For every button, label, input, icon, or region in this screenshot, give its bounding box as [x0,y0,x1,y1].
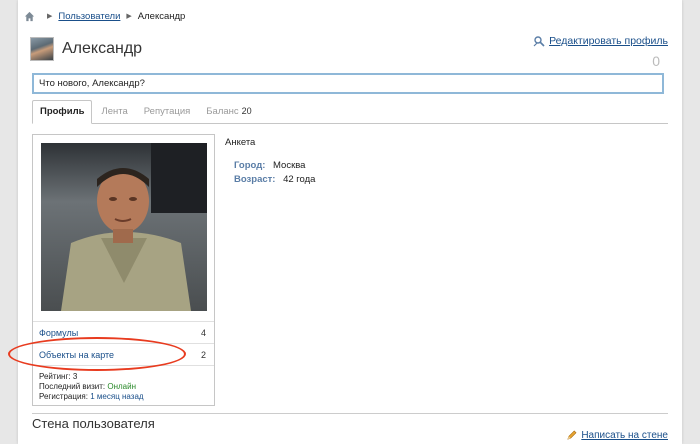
rating-value: 3 [72,372,78,381]
page-container: ▶ Пользователи ▶ Александр Александр Ред… [18,0,682,444]
profile-section-title: Анкета [225,137,256,148]
sidebar-item-map-objects-label: Объекты на карте [39,349,115,360]
chevron-right-icon: ▶ [47,13,53,20]
tab-balance[interactable]: Баланс 20 [199,101,258,123]
rating-label: Рейтинг: [39,372,71,381]
sidebar-item-formulas[interactable]: Формулы 4 [33,321,214,343]
profile-tabs: Профиль Лента Репутация Баланс 20 [32,100,668,124]
avatar[interactable] [30,37,54,61]
user-stats: Рейтинг: 3 Последний визит: Онлайн Регис… [39,372,144,402]
pencil-icon [567,430,577,440]
sidebar-item-formulas-label: Формулы [39,327,79,338]
last-visit-label: Последний визит: [39,382,106,391]
profile-field-city: Город: Москва [234,160,305,171]
last-visit-stat: Последний визит: Онлайн [39,382,144,392]
registration-label: Регистрация: [39,392,88,401]
divider [33,365,214,366]
tab-balance-label: Баланс [206,106,239,117]
tab-profile[interactable]: Профиль [32,100,93,124]
sidebar-item-formulas-count: 4 [200,327,206,338]
breadcrumb-users-link[interactable]: Пользователи [58,11,120,22]
registration-stat: Регистрация: 1 месяц назад [39,392,144,402]
profile-field-age-value: 42 года [283,174,316,185]
profile-sidebar: Формулы 4 Объекты на карте 2 Рейтинг: 3 … [32,134,215,406]
profile-field-age-key: Возраст: [234,174,276,185]
breadcrumb: ▶ Пользователи ▶ Александр [18,5,682,27]
status-char-counter: 0 [652,53,660,69]
status-input[interactable] [32,73,664,94]
sidebar-item-map-objects-count: 2 [200,349,206,360]
profile-name: Александр [62,40,143,57]
tab-reputation[interactable]: Репутация [137,101,198,123]
write-on-wall-label: Написать на стене [581,430,668,441]
rating-stat: Рейтинг: 3 [39,372,144,382]
divider [32,413,668,414]
profile-photo[interactable] [41,143,207,311]
profile-field-city-key: Город: [234,160,266,171]
wall-title: Стена пользователя [32,416,155,431]
tab-balance-count: 20 [241,106,252,116]
edit-profile-link[interactable]: Редактировать профиль [533,35,668,47]
chevron-right-icon: ▶ [126,13,132,20]
registration-value: 1 месяц назад [90,392,144,401]
home-icon[interactable] [24,11,35,22]
edit-profile-label: Редактировать профиль [549,35,668,47]
profile-photo-image [41,143,207,311]
edit-profile-icon [533,36,545,47]
profile-header: Александр [30,37,142,61]
breadcrumb-current: Александр [137,10,186,22]
write-on-wall-link[interactable]: Написать на стене [566,430,668,441]
profile-field-city-value: Москва [273,160,306,171]
profile-field-age: Возраст: 42 года [234,174,315,185]
last-visit-value: Онлайн [107,382,137,391]
tab-feed[interactable]: Лента [94,101,134,123]
sidebar-item-map-objects[interactable]: Объекты на карте 2 [33,343,214,365]
